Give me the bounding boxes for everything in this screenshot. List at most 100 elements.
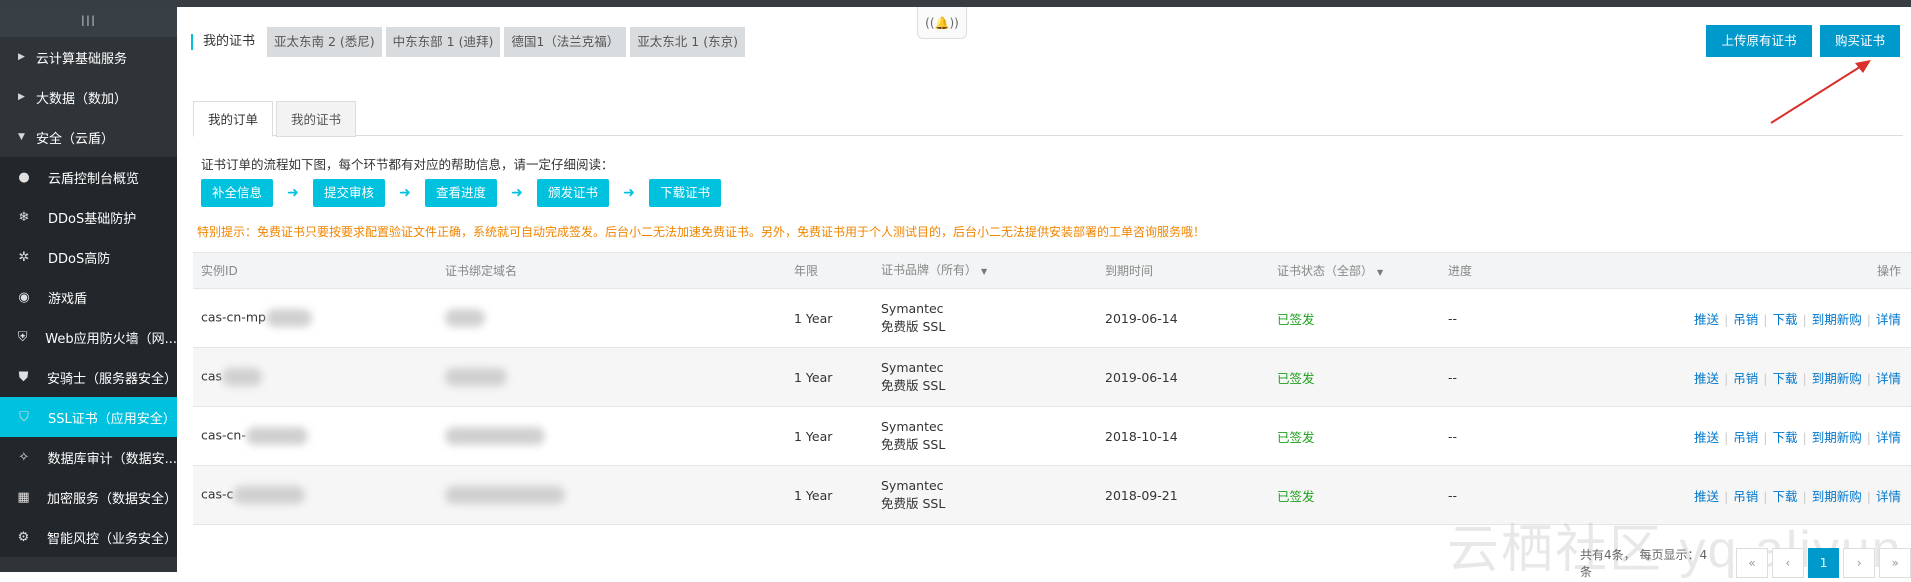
years-cell: 1 Year xyxy=(794,311,832,326)
details-link[interactable]: 详情 xyxy=(1876,430,1901,445)
details-link[interactable]: 详情 xyxy=(1876,489,1901,504)
buy-certificate-button[interactable]: 购买证书 xyxy=(1820,25,1900,57)
sidebar-group-bigdata[interactable]: ▶ 大数据（数加） xyxy=(0,77,177,117)
col-actions: 操作 xyxy=(1877,262,1901,279)
renew-link[interactable]: 到期新购 xyxy=(1812,371,1862,386)
table-row: cas-cn- 1 Year Symantec免费版 SSL 2018-10-1… xyxy=(193,407,1911,466)
col-brand-filter[interactable]: 证书品牌（所有）▼ xyxy=(881,261,987,281)
region-tab-sydney[interactable]: 亚太东南 2 (悉尼) xyxy=(267,27,382,57)
page-1-button[interactable]: 1 xyxy=(1808,548,1840,578)
status-badge: 已签发 xyxy=(1277,368,1315,387)
col-status-label: 证书状态（全部） xyxy=(1277,264,1373,278)
region-tab-dubai[interactable]: 中东东部 1 (迪拜) xyxy=(386,27,501,57)
tab-bar: 我的订单 我的证书 xyxy=(193,94,1903,136)
push-link[interactable]: 推送 xyxy=(1694,430,1719,445)
renew-link[interactable]: 到期新购 xyxy=(1812,312,1862,327)
special-tip: 特别提示：免费证书只要按要求配置验证文件正确，系统就可自动完成签发。后台小二无法… xyxy=(197,223,1205,240)
progress-cell: -- xyxy=(1448,311,1457,326)
details-link[interactable]: 详情 xyxy=(1876,312,1901,327)
sidebar-item-server-security[interactable]: ⛊ 安骑士（服务器安全） xyxy=(0,357,177,397)
sidebar-item-db-audit[interactable]: ✧ 数据库审计（数据安... xyxy=(0,437,177,477)
shield-gear-icon: ✲ xyxy=(14,247,34,267)
sidebar-collapse-toggle[interactable]: III xyxy=(0,7,177,37)
renew-link[interactable]: 到期新购 xyxy=(1812,430,1862,445)
flow-step-download-certificate[interactable]: 下载证书 xyxy=(649,179,721,207)
instance-id-cell: cas-cn- xyxy=(201,427,308,445)
separator: | xyxy=(1724,489,1728,504)
details-link[interactable]: 详情 xyxy=(1876,371,1901,386)
progress-cell: -- xyxy=(1448,488,1457,503)
prev-page-button[interactable]: ‹ xyxy=(1772,548,1804,578)
download-link[interactable]: 下载 xyxy=(1773,489,1798,504)
tab-my-certificates[interactable]: 我的证书 xyxy=(276,101,356,137)
push-link[interactable]: 推送 xyxy=(1694,489,1719,504)
separator: | xyxy=(1763,371,1767,386)
revoke-link[interactable]: 吊销 xyxy=(1733,430,1758,445)
redacted-mask xyxy=(266,309,312,327)
flow-step-complete-info[interactable]: 补全信息 xyxy=(201,179,273,207)
separator: | xyxy=(1867,489,1871,504)
progress-cell: -- xyxy=(1448,370,1457,385)
brand-edition: 免费版 SSL xyxy=(881,319,945,334)
row-actions: 推送|吊销|下载|到期新购|详情 xyxy=(1694,486,1901,505)
separator: | xyxy=(1724,371,1728,386)
years-cell: 1 Year xyxy=(794,429,832,444)
flow-step-check-progress[interactable]: 查看进度 xyxy=(425,179,497,207)
table-row: cas-cn-mp 1 Year Symantec免费版 SSL 2019-06… xyxy=(193,289,1911,348)
region-tab-frankfurt[interactable]: 德国1（法兰克福） xyxy=(504,27,626,57)
sidebar-group-cloud-basic[interactable]: ▶ 云计算基础服务 xyxy=(0,37,177,77)
revoke-link[interactable]: 吊销 xyxy=(1733,312,1758,327)
table-header: 实例ID 证书绑定域名 年限 证书品牌（所有）▼ 到期时间 证书状态（全部）▼ … xyxy=(193,253,1911,289)
download-link[interactable]: 下载 xyxy=(1773,312,1798,327)
push-link[interactable]: 推送 xyxy=(1694,371,1719,386)
target-icon: ◉ xyxy=(14,287,34,307)
domain-cell xyxy=(445,486,565,504)
orders-table: 实例ID 证书绑定域名 年限 证书品牌（所有）▼ 到期时间 证书状态（全部）▼ … xyxy=(193,252,1911,525)
years-cell: 1 Year xyxy=(794,488,832,503)
snowflake-icon: ❄ xyxy=(14,207,34,227)
sidebar-item-console-overview[interactable]: ● 云盾控制台概览 xyxy=(0,157,177,197)
renew-link[interactable]: 到期新购 xyxy=(1812,489,1862,504)
push-link[interactable]: 推送 xyxy=(1694,312,1719,327)
separator: | xyxy=(1803,312,1807,327)
revoke-link[interactable]: 吊销 xyxy=(1733,489,1758,504)
sidebar-item-label: 安骑士（服务器安全） xyxy=(47,368,177,387)
sidebar-item-risk-control[interactable]: ⚙ 智能风控（业务安全） xyxy=(0,517,177,557)
upload-certificate-button[interactable]: 上传原有证书 xyxy=(1706,25,1812,57)
sidebar-item-game-shield[interactable]: ◉ 游戏盾 xyxy=(0,277,177,317)
download-link[interactable]: 下载 xyxy=(1773,430,1798,445)
region-tab-tokyo[interactable]: 亚太东北 1 (东京) xyxy=(630,27,745,57)
sidebar-item-ddos-pro[interactable]: ✲ DDoS高防 xyxy=(0,237,177,277)
expiry-cell: 2018-09-21 xyxy=(1105,488,1178,503)
next-page-button[interactable]: › xyxy=(1843,548,1875,578)
notification-bell-icon[interactable]: ((🔔)) xyxy=(917,7,967,39)
expiry-cell: 2019-06-14 xyxy=(1105,311,1178,326)
sidebar-item-encryption[interactable]: ▦ 加密服务（数据安全） xyxy=(0,477,177,517)
flow-step-submit-review[interactable]: 提交审核 xyxy=(313,179,385,207)
arrow-right-icon: ➜ xyxy=(609,185,649,201)
sidebar-item-label: DDoS高防 xyxy=(48,248,110,267)
sidebar-item-waf[interactable]: ⛨ Web应用防火墙（网... xyxy=(0,317,177,357)
redacted-mask xyxy=(445,486,565,504)
years-cell: 1 Year xyxy=(794,370,832,385)
first-page-button[interactable]: « xyxy=(1736,548,1768,578)
arrow-right-icon: ➜ xyxy=(273,185,313,201)
status-badge: 已签发 xyxy=(1277,427,1315,446)
separator: | xyxy=(1763,430,1767,445)
flow-step-issue-certificate[interactable]: 颁发证书 xyxy=(537,179,609,207)
instance-id-text: cas-cn-mp xyxy=(201,310,266,325)
sidebar-item-ddos-basic[interactable]: ❄ DDoS基础防护 xyxy=(0,197,177,237)
sidebar-item-ssl-certificate[interactable]: ⛉ SSL证书（应用安全） xyxy=(0,397,177,437)
col-years: 年限 xyxy=(794,262,818,279)
expiry-cell: 2018-10-14 xyxy=(1105,429,1178,444)
tab-my-orders[interactable]: 我的订单 xyxy=(193,101,273,137)
sidebar-item-label: 数据库审计（数据安... xyxy=(48,448,177,467)
col-status-filter[interactable]: 证书状态（全部）▼ xyxy=(1277,262,1383,279)
download-link[interactable]: 下载 xyxy=(1773,371,1798,386)
last-page-button[interactable]: » xyxy=(1879,548,1911,578)
process-flow: 补全信息 ➜ 提交审核 ➜ 查看进度 ➜ 颁发证书 ➜ 下载证书 xyxy=(201,179,721,207)
sidebar-group-security[interactable]: ▼ 安全（云盾） xyxy=(0,117,177,157)
sidebar-group-label: 大数据（数加） xyxy=(36,88,127,107)
brand-name: Symantec xyxy=(881,360,944,375)
revoke-link[interactable]: 吊销 xyxy=(1733,371,1758,386)
